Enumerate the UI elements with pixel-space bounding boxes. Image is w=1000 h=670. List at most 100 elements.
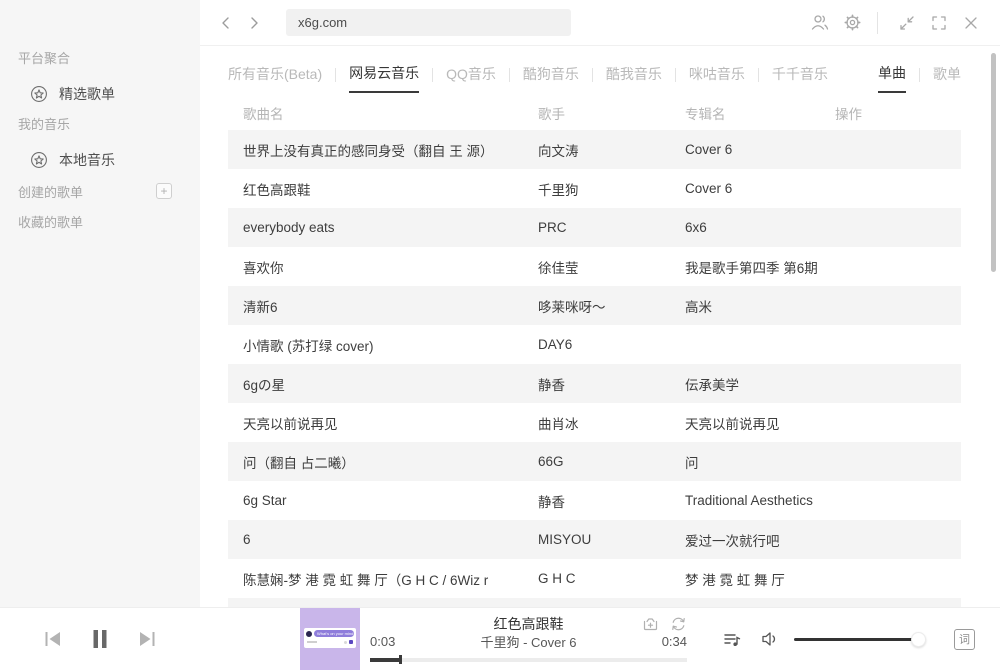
- cell-song: 小情歌 (苏打绿 cover): [228, 335, 523, 355]
- cell-song: 红色高跟鞋: [228, 179, 523, 199]
- song-table: 歌曲名歌手专辑名操作 世界上没有真正的感同身受（翻自 王 源）向文涛Cover …: [228, 96, 961, 607]
- song-table-header: 歌曲名歌手专辑名操作: [228, 96, 961, 130]
- sidebar-section-my-music: 我的音乐: [18, 116, 200, 134]
- sidebar-item-collected-playlists[interactable]: 收藏的歌单: [18, 214, 200, 232]
- topbar-divider: [877, 12, 878, 34]
- cell-album: Traditional Aesthetics: [670, 493, 820, 508]
- top-icons: [801, 10, 984, 36]
- close-icon[interactable]: [958, 10, 984, 36]
- playlist-queue-icon[interactable]: [722, 630, 742, 649]
- add-playlist-button[interactable]: +: [156, 183, 172, 199]
- platform-tab-5[interactable]: 咪咕音乐: [689, 64, 745, 92]
- table-row[interactable]: 清新6哆莱咪呀～高米: [228, 286, 961, 325]
- cell-singer: DAY6: [523, 337, 670, 352]
- tab-separator: [675, 68, 676, 82]
- platform-tab-6[interactable]: 千千音乐: [772, 64, 828, 92]
- cell-song: 6g Star: [228, 493, 523, 508]
- volume-handle[interactable]: [911, 632, 926, 647]
- cell-song: 问（翻自 占二曦）: [228, 452, 523, 472]
- tabs-bar: 所有音乐(Beta) 网易云音乐 QQ音乐酷狗音乐酷我音乐咪咕音乐千千音乐 单曲歌单: [200, 60, 1000, 96]
- star-circle-icon: [30, 85, 48, 103]
- cell-singer: 66G: [523, 454, 670, 469]
- sidebar-created-playlists-row: 创建的歌单 +: [18, 182, 172, 200]
- progress-bar[interactable]: [370, 655, 687, 664]
- sidebar-item-created-playlists[interactable]: 创建的歌单: [18, 182, 83, 201]
- cell-album: 问: [670, 452, 820, 472]
- album-art-square: [349, 640, 353, 644]
- settings-gear-icon[interactable]: [839, 10, 865, 36]
- cell-album: 爱过一次就行吧: [670, 530, 820, 550]
- cell-album: 伝承美学: [670, 374, 820, 394]
- album-art-dot: [344, 641, 347, 644]
- tab-separator: [432, 68, 433, 82]
- playback-controls: [0, 628, 200, 650]
- cell-singer: MISYOU: [523, 532, 670, 547]
- next-track-button[interactable]: [138, 630, 157, 648]
- table-row[interactable]: 6gの星静香伝承美学: [228, 364, 961, 403]
- content-area: 平台聚合 精选歌单 我的音乐 本地音乐: [0, 0, 1000, 607]
- sidebar-section-aggregate: 平台聚合: [18, 50, 200, 68]
- table-row[interactable]: 陈慧娴-梦 港 霓 虹 舞 厅（G H C / 6Wiz rG H C梦 港 霓…: [228, 559, 961, 598]
- album-art-avatar: [306, 631, 312, 637]
- player-bar: What's on your mind? 红色高跟鞋: [0, 607, 1000, 670]
- platform-tab-2[interactable]: QQ音乐: [446, 64, 496, 92]
- tab-separator: [592, 68, 593, 82]
- user-sync-icon[interactable]: [807, 10, 833, 36]
- cell-singer: 静香: [523, 374, 670, 394]
- sidebar-item-label: 本地音乐: [59, 150, 115, 170]
- platform-tab-0[interactable]: 所有音乐(Beta): [228, 64, 322, 92]
- cell-song: 清新6: [228, 296, 523, 316]
- cell-album: 天亮以前说再见: [670, 413, 820, 433]
- table-row[interactable]: 喜欢你徐佳莹我是歌手第四季 第6期: [228, 247, 961, 286]
- column-header: 操作: [820, 103, 961, 123]
- fullscreen-icon[interactable]: [926, 10, 952, 36]
- progress-handle[interactable]: [399, 655, 402, 664]
- table-row[interactable]: 6g Star静香Traditional Aesthetics: [228, 481, 961, 520]
- platform-tab-1[interactable]: 网易云音乐: [349, 63, 419, 93]
- loop-mode-icon[interactable]: [670, 616, 687, 632]
- progress-track: [370, 658, 687, 662]
- mini-mode-icon[interactable]: [894, 10, 920, 36]
- volume-slider[interactable]: [794, 632, 924, 647]
- song-table-body: 世界上没有真正的感同身受（翻自 王 源）向文涛Cover 6红色高跟鞋千里狗Co…: [228, 130, 961, 598]
- table-row[interactable]: 红色高跟鞋千里狗Cover 6: [228, 169, 961, 208]
- cell-album: Cover 6: [670, 181, 820, 196]
- forward-button[interactable]: [242, 11, 266, 35]
- table-row[interactable]: everybody eatsPRC6x6: [228, 208, 961, 247]
- cell-singer: 曲肖冰: [523, 413, 670, 433]
- platform-tab-4[interactable]: 酷我音乐: [606, 64, 662, 92]
- now-playing: 红色高跟鞋: [370, 615, 687, 664]
- type-tab-0[interactable]: 单曲: [878, 63, 906, 93]
- column-header: 歌手: [523, 103, 670, 123]
- table-row[interactable]: 世界上没有真正的感同身受（翻自 王 源）向文涛Cover 6: [228, 130, 961, 169]
- cell-song: 6: [228, 532, 523, 547]
- cell-singer: G H C: [523, 571, 670, 586]
- vertical-scrollbar[interactable]: [991, 53, 996, 272]
- platform-tab-3[interactable]: 酷狗音乐: [523, 64, 579, 92]
- previous-track-button[interactable]: [43, 630, 62, 648]
- album-art[interactable]: What's on your mind?: [300, 608, 360, 670]
- desktop-lyrics-button[interactable]: 词: [954, 629, 975, 650]
- cell-album: 高米: [670, 296, 820, 316]
- pause-button[interactable]: [89, 628, 111, 650]
- table-row[interactable]: 6MISYOU爱过一次就行吧: [228, 520, 961, 559]
- volume-icon[interactable]: [760, 630, 780, 648]
- platform-tabs: 所有音乐(Beta) 网易云音乐 QQ音乐酷狗音乐酷我音乐咪咕音乐千千音乐: [228, 63, 828, 93]
- column-header: 专辑名: [670, 103, 820, 123]
- table-row-partial[interactable]: [228, 598, 961, 607]
- table-row[interactable]: 天亮以前说再见曲肖冰天亮以前说再见: [228, 403, 961, 442]
- table-row[interactable]: 问（翻自 占二曦）66G问: [228, 442, 961, 481]
- cell-album: 6x6: [670, 220, 820, 235]
- type-tab-1[interactable]: 歌单: [933, 64, 961, 92]
- now-playing-title: 红色高跟鞋: [370, 615, 687, 633]
- tab-separator: [758, 68, 759, 82]
- back-button[interactable]: [214, 11, 238, 35]
- sidebar-item-featured-playlists[interactable]: 精选歌单: [30, 82, 200, 106]
- sidebar-item-local-music[interactable]: 本地音乐: [30, 148, 200, 172]
- cell-song: 6gの星: [228, 374, 523, 394]
- cell-song: 喜欢你: [228, 257, 523, 277]
- search-input[interactable]: [286, 9, 571, 36]
- table-row[interactable]: 小情歌 (苏打绿 cover)DAY6: [228, 325, 961, 364]
- top-bar: [200, 0, 1000, 46]
- add-to-playlist-icon[interactable]: [642, 616, 659, 632]
